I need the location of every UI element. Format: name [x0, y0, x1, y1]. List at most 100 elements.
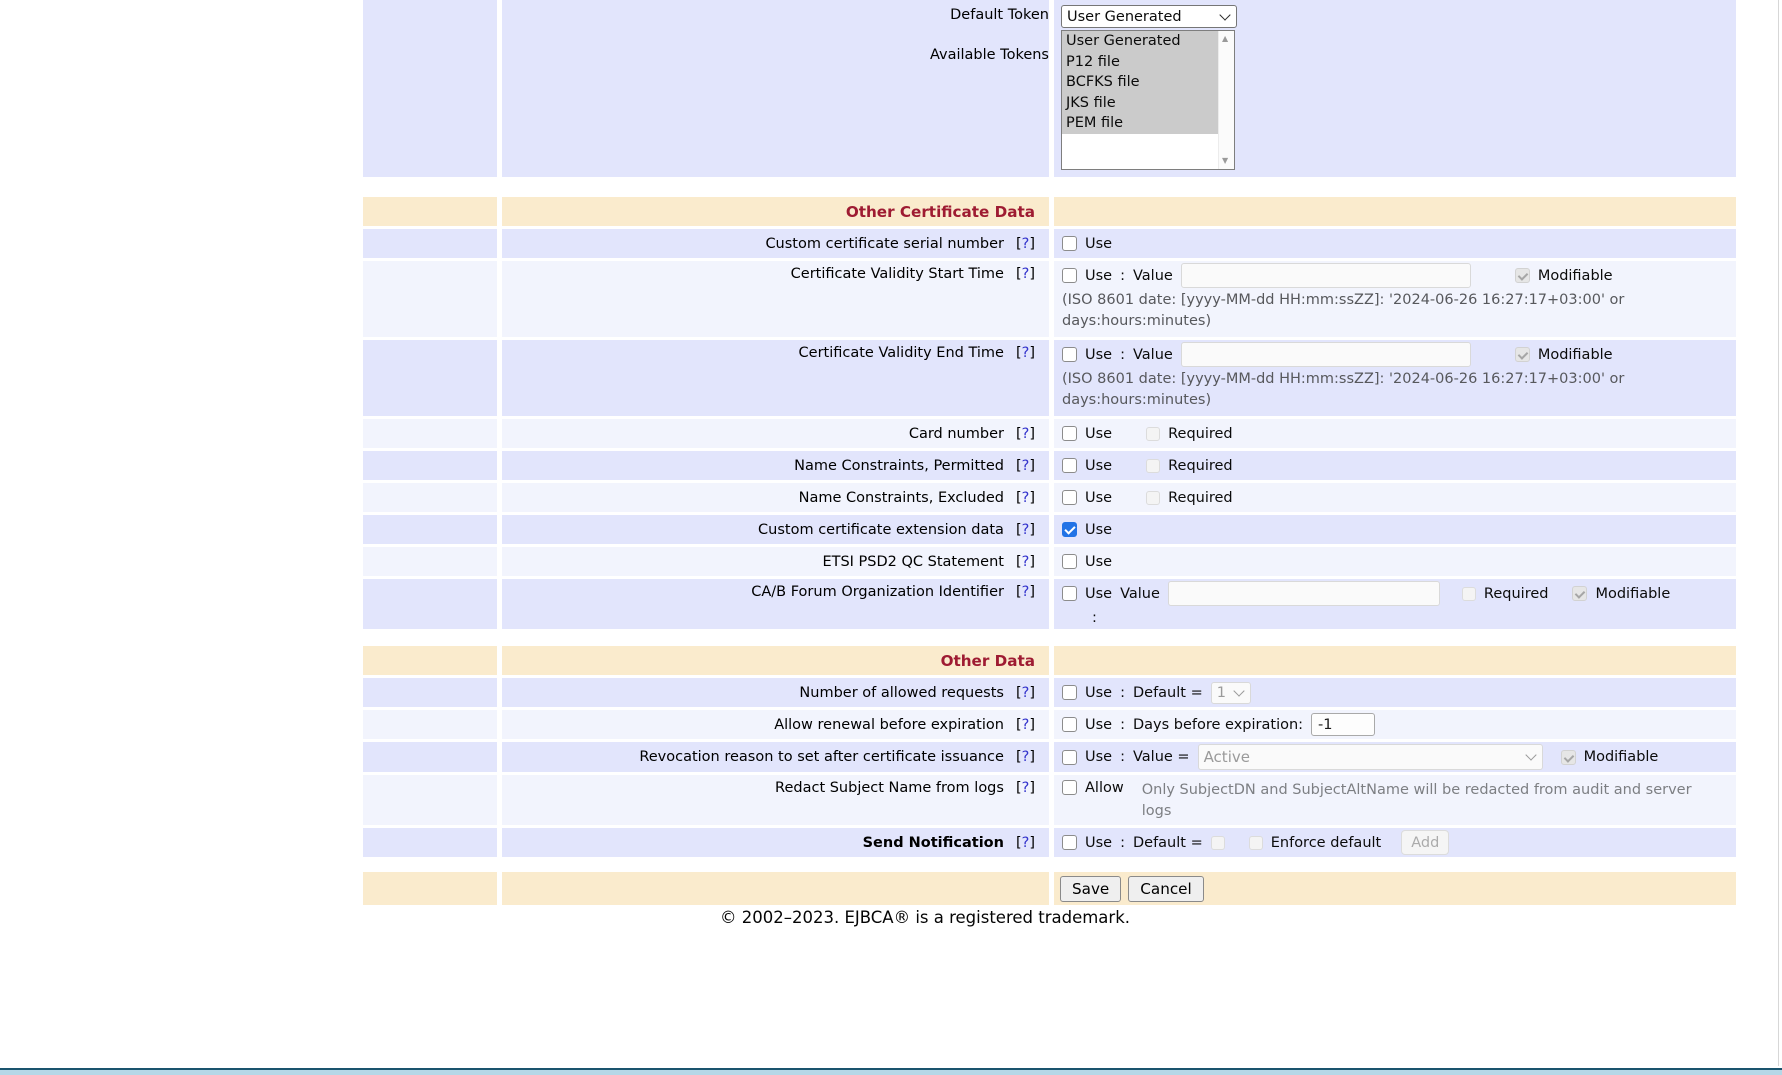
row-label: Redact Subject Name from logs: [775, 780, 1004, 796]
help-link[interactable]: [?]: [1016, 522, 1035, 538]
validity-start-value-input: [1181, 263, 1471, 288]
cab-value-input: [1168, 581, 1440, 606]
add-notification-button: Add: [1401, 830, 1449, 855]
token-option[interactable]: P12 file: [1062, 52, 1218, 73]
colon: :: [1120, 835, 1125, 851]
section-title: Other Data: [941, 652, 1035, 670]
cancel-button[interactable]: Cancel: [1128, 876, 1203, 902]
help-link[interactable]: [?]: [1016, 584, 1035, 600]
row-cab-forum: CA/B Forum Organization Identifier [?] U…: [363, 579, 1738, 629]
required-label: Required: [1484, 586, 1549, 602]
use-label: Use: [1085, 426, 1112, 442]
help-link[interactable]: [?]: [1016, 835, 1035, 851]
use-checkbox[interactable]: [1062, 426, 1077, 441]
row-label: CA/B Forum Organization Identifier: [751, 584, 1004, 600]
row-revocation-reason: Revocation reason to set after certifica…: [363, 742, 1738, 772]
help-link[interactable]: [?]: [1016, 266, 1035, 282]
required-checkbox: [1146, 459, 1160, 473]
help-link[interactable]: [?]: [1016, 236, 1035, 252]
use-checkbox[interactable]: [1062, 268, 1077, 283]
help-link[interactable]: [?]: [1016, 426, 1035, 442]
bottom-status-bar: [0, 1068, 1782, 1075]
use-label: Use: [1085, 268, 1112, 284]
use-label: Use: [1085, 347, 1112, 363]
revocation-reason-select: Active: [1198, 744, 1543, 770]
save-button[interactable]: Save: [1060, 876, 1121, 902]
listbox-scrollbar[interactable]: ▲ ▼: [1218, 31, 1234, 169]
help-link[interactable]: [?]: [1016, 490, 1035, 506]
use-checkbox[interactable]: [1062, 458, 1077, 473]
redact-note: Only SubjectDN and SubjectAltName will b…: [1142, 780, 1702, 822]
allow-checkbox[interactable]: [1062, 780, 1077, 795]
value-label: Value: [1120, 586, 1160, 602]
iso-date-note: days:hours:minutes): [1062, 311, 1736, 332]
row-label: Allow renewal before expiration: [774, 717, 1004, 733]
use-checkbox[interactable]: [1062, 490, 1077, 505]
profile-form: Default Token Available Tokens User Gene…: [363, 0, 1738, 908]
colon: :: [1120, 717, 1125, 733]
row-nc-excluded: Name Constraints, Excluded [?] Use Requi…: [363, 483, 1738, 512]
modifiable-label: Modifiable: [1595, 586, 1670, 602]
token-option[interactable]: User Generated: [1062, 31, 1218, 52]
chevron-down-icon: [1525, 749, 1536, 760]
enforce-default-label: Enforce default: [1271, 835, 1382, 851]
scrollbar-edge[interactable]: [1778, 0, 1779, 1066]
default-equals-label: Default =: [1133, 685, 1203, 701]
use-checkbox[interactable]: [1062, 236, 1077, 251]
help-link[interactable]: [?]: [1016, 717, 1035, 733]
scroll-down-icon[interactable]: ▼: [1222, 157, 1228, 165]
required-checkbox: [1462, 587, 1476, 601]
row-card-number: Card number [?] Use Required: [363, 419, 1738, 448]
row-custom-extension-data: Custom certificate extension data [?] Us…: [363, 515, 1738, 544]
use-checkbox[interactable]: [1062, 835, 1077, 850]
row-label: Name Constraints, Excluded: [799, 490, 1004, 506]
default-token-select[interactable]: User Generated: [1061, 5, 1237, 28]
help-link[interactable]: [?]: [1016, 345, 1035, 361]
token-option[interactable]: JKS file: [1062, 93, 1218, 114]
iso-date-note: days:hours:minutes): [1062, 390, 1736, 411]
use-checkbox[interactable]: [1062, 750, 1077, 765]
required-label: Required: [1168, 490, 1233, 506]
use-checkbox[interactable]: [1062, 685, 1077, 700]
default-token-label: Default Token: [950, 7, 1049, 23]
use-checkbox[interactable]: [1062, 347, 1077, 362]
use-label: Use: [1085, 749, 1112, 765]
modifiable-checkbox: [1515, 347, 1530, 362]
section-header-other-certificate-data: Other Certificate Data: [363, 197, 1738, 226]
token-option[interactable]: PEM file: [1062, 113, 1218, 134]
help-link[interactable]: [?]: [1016, 554, 1035, 570]
use-label: Use: [1085, 685, 1112, 701]
help-link[interactable]: [?]: [1016, 749, 1035, 765]
use-checkbox[interactable]: [1062, 717, 1077, 732]
available-tokens-label: Available Tokens: [930, 47, 1049, 63]
use-label: Use: [1085, 522, 1112, 538]
days-before-expiration-input[interactable]: [1311, 713, 1375, 736]
allowed-requests-selected-value: 1: [1217, 685, 1226, 701]
use-checkbox[interactable]: [1062, 522, 1077, 537]
row-redact-subject: Redact Subject Name from logs [?] Allow …: [363, 775, 1738, 825]
chevron-down-icon: [1219, 9, 1230, 20]
use-label: Use: [1085, 554, 1112, 570]
row-tokens: Default Token Available Tokens User Gene…: [363, 0, 1738, 177]
row-nc-permitted: Name Constraints, Permitted [?] Use Requ…: [363, 451, 1738, 480]
row-label: Certificate Validity End Time: [799, 345, 1004, 361]
iso-date-note: (ISO 8601 date: [yyyy-MM-dd HH:mm:ssZZ]:…: [1062, 290, 1736, 311]
footer-trademark: © 2002–2023. EJBCA® is a registered trad…: [68, 908, 1782, 927]
help-link[interactable]: [?]: [1016, 780, 1035, 796]
help-link[interactable]: [?]: [1016, 685, 1035, 701]
scroll-up-icon[interactable]: ▲: [1222, 35, 1228, 43]
row-label: Certificate Validity Start Time: [791, 266, 1004, 282]
colon: :: [1120, 685, 1125, 701]
modifiable-checkbox: [1572, 586, 1587, 601]
use-checkbox[interactable]: [1062, 586, 1077, 601]
use-checkbox[interactable]: [1062, 554, 1077, 569]
required-label: Required: [1168, 426, 1233, 442]
required-checkbox: [1146, 491, 1160, 505]
row-allowed-requests: Number of allowed requests [?] Use : Def…: [363, 678, 1738, 707]
help-link[interactable]: [?]: [1016, 458, 1035, 474]
available-tokens-listbox[interactable]: User Generated P12 file BCFKS file JKS f…: [1061, 30, 1235, 170]
row-label: Name Constraints, Permitted: [794, 458, 1004, 474]
token-option[interactable]: BCFKS file: [1062, 72, 1218, 93]
row-etsi-psd2: ETSI PSD2 QC Statement [?] Use: [363, 547, 1738, 576]
section-header-other-data: Other Data: [363, 646, 1738, 675]
